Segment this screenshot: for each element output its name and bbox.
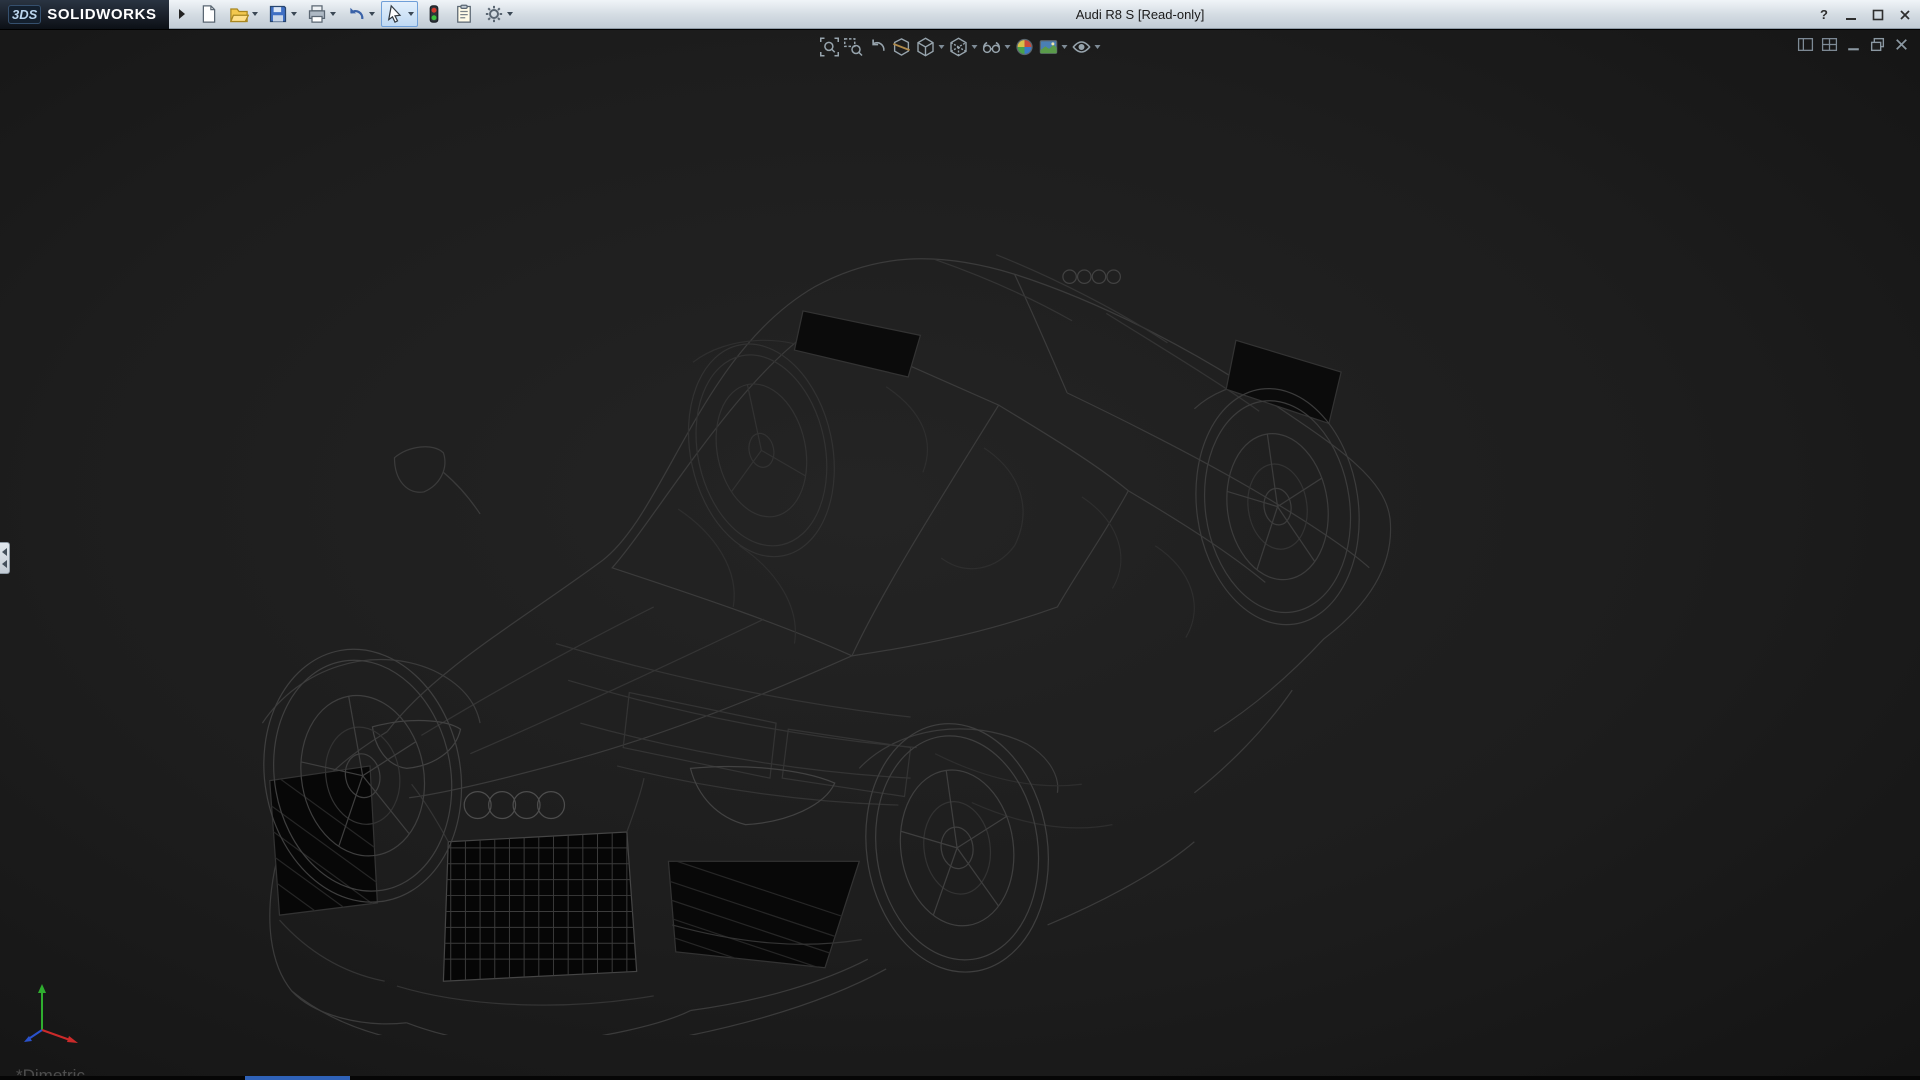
zoom-to-area-icon <box>844 37 864 57</box>
title-bar: 3DS SOLIDWORKS <box>0 0 1920 29</box>
split-pane-button[interactable] <box>1821 36 1838 53</box>
new-document-icon <box>199 4 219 24</box>
apply-scene-icon <box>1039 37 1059 57</box>
collapse-pane-arrow-icon <box>2 548 7 556</box>
options-dropdown-icon[interactable] <box>507 12 513 16</box>
3ds-logo-icon: 3DS <box>8 5 41 24</box>
heads-up-view-toolbar <box>818 36 1103 58</box>
edit-appearance-button[interactable] <box>1013 36 1037 58</box>
options-icon <box>484 4 504 24</box>
display-style-button[interactable] <box>947 36 980 58</box>
close-document-icon[interactable] <box>1893 36 1910 53</box>
open-icon <box>229 4 249 24</box>
feature-manager-pane-icon <box>1797 36 1814 53</box>
print-icon <box>307 4 327 24</box>
window-title: Audi R8 S [Read-only] <box>1076 0 1205 29</box>
select-dropdown-icon[interactable] <box>408 12 414 16</box>
previous-view-button[interactable] <box>866 36 890 58</box>
view-settings-icon <box>1072 37 1092 57</box>
save-dropdown-icon[interactable] <box>291 12 297 16</box>
taskbar-edge <box>0 1076 1920 1080</box>
select-button[interactable] <box>381 1 418 27</box>
taskbar-app-indicator <box>245 1076 350 1080</box>
window-controls: ? <box>1815 0 1914 29</box>
hide-show-items-icon <box>982 37 1002 57</box>
display-style-icon <box>949 37 969 57</box>
zoom-to-fit-button[interactable] <box>818 36 842 58</box>
close-window-icon[interactable] <box>1896 6 1914 24</box>
zoom-to-area-button[interactable] <box>842 36 866 58</box>
wireframe-car-model[interactable] <box>250 240 1400 1035</box>
undo-dropdown-icon[interactable] <box>369 12 375 16</box>
view-orientation-button[interactable] <box>914 36 947 58</box>
open-dropdown-icon[interactable] <box>252 12 258 16</box>
menu-flyout-arrow-icon[interactable] <box>179 9 185 19</box>
split-pane-icon <box>1821 36 1838 53</box>
document-window-controls <box>1797 36 1910 53</box>
maximize-window-icon[interactable] <box>1869 6 1887 24</box>
hide-show-items-button[interactable] <box>980 36 1013 58</box>
edit-appearance-icon <box>1015 37 1035 57</box>
hide-show-items-dropdown-icon[interactable] <box>1005 45 1011 49</box>
section-view-icon <box>892 37 912 57</box>
rebuild-button[interactable] <box>420 1 448 27</box>
apply-scene-dropdown-icon[interactable] <box>1062 45 1068 49</box>
file-properties-button[interactable] <box>450 1 478 27</box>
graphics-viewport[interactable]: *Dimetric <box>0 30 1920 1080</box>
previous-view-icon <box>868 37 888 57</box>
rebuild-icon <box>424 4 444 24</box>
file-properties-icon <box>454 4 474 24</box>
undo-icon <box>346 4 366 24</box>
restore-document-icon[interactable] <box>1869 36 1886 53</box>
brand-name: SOLIDWORKS <box>47 6 156 23</box>
select-icon <box>385 4 405 24</box>
feature-manager-pane-button[interactable] <box>1797 36 1814 53</box>
collapse-pane-arrow-icon <box>2 560 7 568</box>
feature-manager-splitter[interactable] <box>0 542 10 574</box>
open-button[interactable] <box>225 1 262 27</box>
section-view-button[interactable] <box>890 36 914 58</box>
view-settings-button[interactable] <box>1070 36 1103 58</box>
solidworks-window: 3DS SOLIDWORKS <box>0 0 1920 1080</box>
zoom-to-fit-icon <box>820 37 840 57</box>
reference-triad-icon <box>12 972 92 1052</box>
view-settings-dropdown-icon[interactable] <box>1095 45 1101 49</box>
view-orientation-icon <box>916 37 936 57</box>
main-toolbar <box>195 1 517 27</box>
save-icon <box>268 4 288 24</box>
options-button[interactable] <box>480 1 517 27</box>
undo-button[interactable] <box>342 1 379 27</box>
minimize-document-icon[interactable] <box>1845 36 1862 53</box>
print-dropdown-icon[interactable] <box>330 12 336 16</box>
display-style-dropdown-icon[interactable] <box>972 45 978 49</box>
save-button[interactable] <box>264 1 301 27</box>
print-button[interactable] <box>303 1 340 27</box>
minimize-window-icon[interactable] <box>1842 6 1860 24</box>
help-icon[interactable]: ? <box>1815 6 1833 24</box>
apply-scene-button[interactable] <box>1037 36 1070 58</box>
view-orientation-dropdown-icon[interactable] <box>939 45 945 49</box>
new-document-button[interactable] <box>195 1 223 27</box>
solidworks-logo: 3DS SOLIDWORKS <box>0 0 169 29</box>
